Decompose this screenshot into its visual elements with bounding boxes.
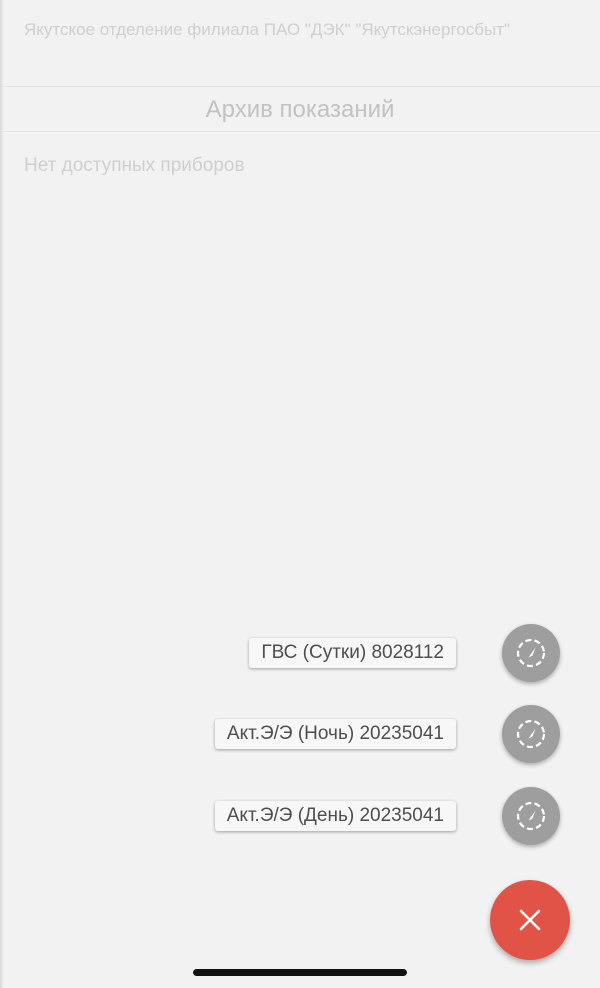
fab-menu-item-label[interactable]: Акт.Э/Э (Ночь) 20235041	[214, 719, 456, 749]
close-icon	[519, 909, 541, 931]
close-fab-button[interactable]	[490, 880, 570, 960]
fab-menu-item-night[interactable]: Акт.Э/Э (Ночь) 20235041	[214, 704, 560, 764]
home-indicator[interactable]	[193, 969, 407, 976]
left-edge-shadow	[0, 0, 4, 988]
meter-gauge-icon	[516, 719, 546, 749]
organization-name: Якутское отделение филиала ПАО "ДЭК" "Як…	[24, 20, 511, 39]
meter-gauge-icon	[516, 801, 546, 831]
header-divider	[4, 86, 600, 87]
fab-menu-item-label[interactable]: Акт.Э/Э (День) 20235041	[214, 801, 456, 831]
fab-menu-item-gvs[interactable]: ГВС (Сутки) 8028112	[249, 623, 560, 683]
meter-fab-button[interactable]	[502, 705, 560, 763]
meter-fab-button[interactable]	[502, 787, 560, 845]
empty-state-message: Нет доступных приборов	[24, 155, 245, 176]
fab-menu-item-label[interactable]: ГВС (Сутки) 8028112	[249, 638, 456, 668]
title-divider	[4, 131, 600, 132]
meter-gauge-icon	[516, 638, 546, 668]
fab-menu-item-day[interactable]: Акт.Э/Э (День) 20235041	[214, 786, 560, 846]
meter-fab-button[interactable]	[502, 624, 560, 682]
page-title: Архив показаний	[205, 96, 395, 123]
